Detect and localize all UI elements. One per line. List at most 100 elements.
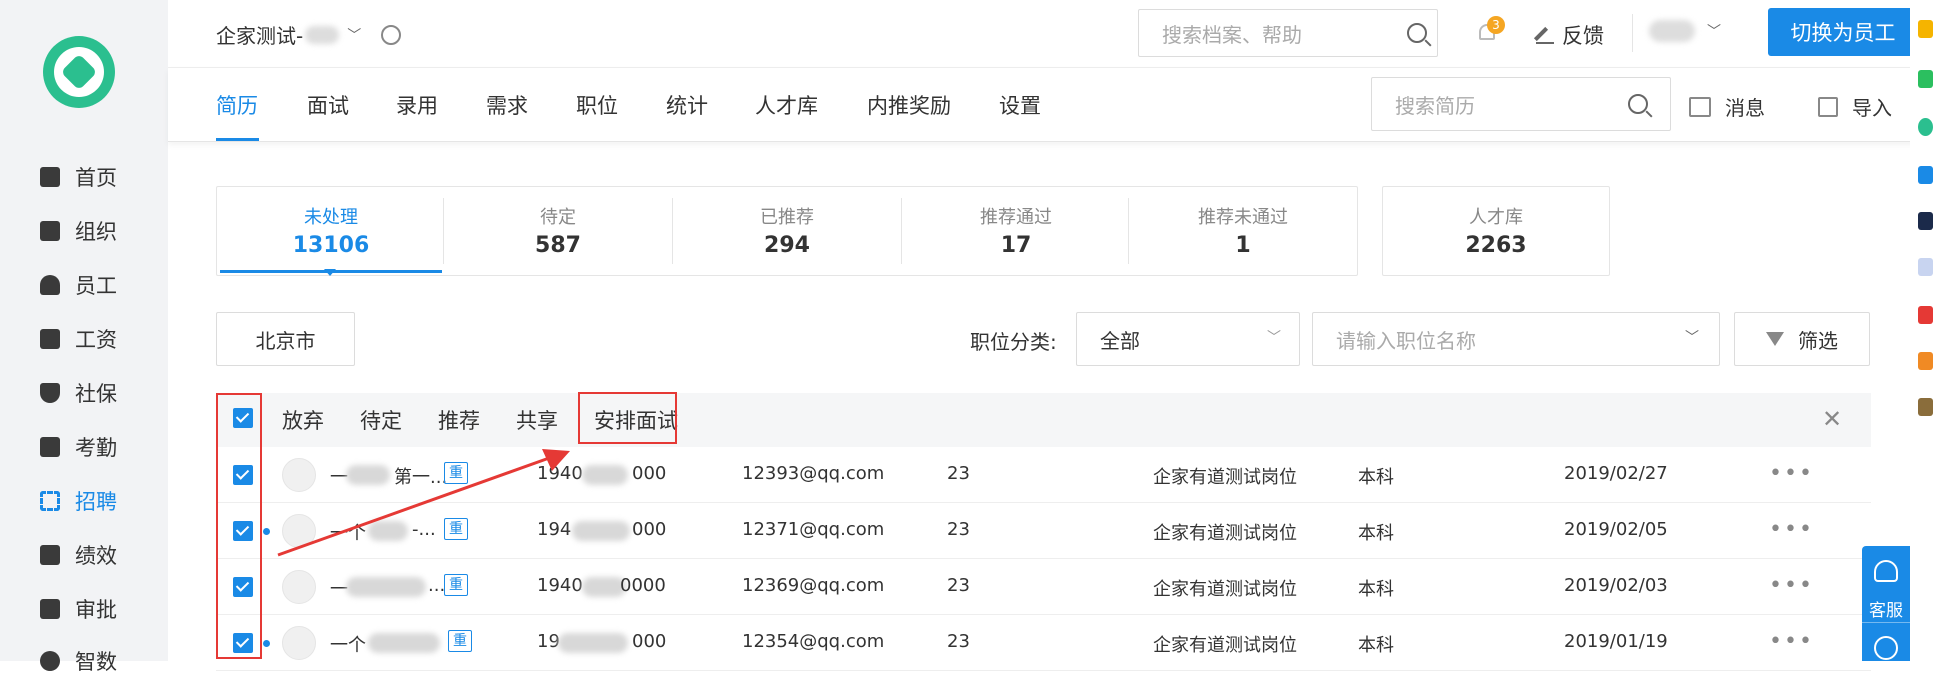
tab-settings[interactable]: 设置 bbox=[999, 90, 1041, 120]
priority-tag: 重 bbox=[448, 630, 472, 652]
sidebar-item-recruit[interactable]: 招聘 bbox=[40, 486, 117, 516]
company-name: 企家测试- bbox=[216, 24, 304, 48]
customer-service-widget[interactable]: 客服 bbox=[1862, 546, 1910, 661]
age: 23 bbox=[947, 631, 970, 652]
switch-to-employee-button[interactable]: 切换为员工 bbox=[1768, 8, 1918, 56]
sidebar: 首页 组织 员工 工资 社保 考勤 招聘 绩效 审批 智数 bbox=[0, 0, 168, 674]
education: 本科 bbox=[1358, 635, 1394, 656]
sidebar-item-salary[interactable]: 工资 bbox=[40, 324, 117, 354]
stat-recommend-failed[interactable]: 推荐未通过 1 bbox=[1129, 188, 1357, 274]
candidate-name-tail: ... bbox=[428, 575, 446, 596]
education: 本科 bbox=[1358, 523, 1394, 544]
city-filter-button[interactable]: 北京市 bbox=[216, 312, 355, 366]
extension-icon[interactable] bbox=[1918, 212, 1933, 230]
sidebar-item-home[interactable]: 首页 bbox=[40, 162, 117, 192]
tab-referral-reward[interactable]: 内推奖励 bbox=[867, 90, 951, 120]
phone-tail: 000 bbox=[632, 463, 667, 484]
avatar bbox=[282, 570, 316, 604]
edit-icon bbox=[1533, 26, 1554, 44]
more-options-icon[interactable]: ••• bbox=[1769, 573, 1814, 598]
stat-talent-pool[interactable]: 人才库 2263 bbox=[1382, 188, 1610, 274]
company-switcher[interactable]: 企家测试- ﹀ bbox=[216, 20, 402, 49]
extension-icon[interactable] bbox=[1918, 118, 1933, 136]
more-options-icon[interactable]: ••• bbox=[1769, 629, 1814, 654]
annotation-schedule-highlight bbox=[578, 392, 677, 444]
category-select[interactable]: 全部 ﹀ bbox=[1076, 312, 1300, 366]
sidebar-item-label: 智数 bbox=[75, 650, 117, 674]
user-menu[interactable]: ﹀ bbox=[1649, 20, 1721, 42]
apply-date: 2019/02/05 bbox=[1564, 519, 1668, 540]
action-pending-button[interactable]: 待定 bbox=[360, 405, 402, 435]
top-bar: 企家测试- ﹀ 搜索档案、帮助 3 反馈 ﹀ 切换为员工 bbox=[168, 0, 1933, 68]
company-logo[interactable] bbox=[43, 36, 115, 108]
phone-tail: 000 bbox=[632, 519, 667, 540]
position-name-input[interactable]: 请输入职位名称 ﹀ bbox=[1312, 312, 1720, 366]
tab-offer[interactable]: 录用 bbox=[396, 90, 438, 120]
sidebar-item-approval[interactable]: 审批 bbox=[40, 594, 117, 624]
priority-tag: 重 bbox=[444, 574, 468, 596]
sidebar-item-org[interactable]: 组织 bbox=[40, 216, 117, 246]
extension-icon[interactable] bbox=[1918, 306, 1933, 324]
sidebar-item-data[interactable]: 智数 bbox=[40, 646, 117, 676]
message-icon bbox=[1689, 96, 1711, 117]
feedback-button[interactable]: 反馈 bbox=[1533, 20, 1604, 50]
sidebar-item-social-security[interactable]: 社保 bbox=[40, 378, 117, 408]
filter-button[interactable]: 筛选 bbox=[1734, 312, 1870, 366]
table-row[interactable]: 一个 重 19 000 12354@qq.com 23 企家有道测试岗位 本科 … bbox=[216, 615, 1871, 671]
extension-icon[interactable] bbox=[1918, 70, 1933, 88]
chevron-down-icon: ﹀ bbox=[1685, 330, 1699, 346]
phone: 1940 bbox=[537, 575, 583, 596]
sidebar-item-label: 考勤 bbox=[75, 436, 117, 460]
search-placeholder: 搜索档案、帮助 bbox=[1162, 22, 1302, 47]
education: 本科 bbox=[1358, 579, 1394, 600]
stat-unprocessed[interactable]: 未处理 13106 bbox=[220, 188, 442, 274]
tab-demand[interactable]: 需求 bbox=[486, 90, 528, 120]
tab-talent-pool[interactable]: 人才库 bbox=[755, 90, 818, 120]
extension-icon[interactable] bbox=[1918, 166, 1933, 184]
category-label: 职位分类: bbox=[970, 330, 1057, 354]
import-icon bbox=[1818, 96, 1838, 117]
sidebar-item-label: 社保 bbox=[75, 382, 117, 406]
settings-icon[interactable] bbox=[381, 24, 402, 45]
avatar bbox=[282, 626, 316, 660]
candidate-name[interactable]: 一个 bbox=[330, 631, 366, 657]
search-icon bbox=[1628, 94, 1648, 114]
compass-icon[interactable] bbox=[1874, 636, 1898, 660]
extension-icon[interactable] bbox=[1918, 258, 1933, 276]
chevron-down-icon: ﹀ bbox=[1707, 24, 1721, 40]
tab-position[interactable]: 职位 bbox=[576, 90, 618, 120]
active-tab-indicator bbox=[216, 138, 259, 141]
import-button[interactable]: 导入 bbox=[1818, 92, 1892, 121]
filter-icon bbox=[1766, 332, 1784, 346]
sidebar-item-employee[interactable]: 员工 bbox=[40, 270, 117, 300]
sidebar-item-label: 组织 bbox=[75, 220, 117, 244]
more-options-icon[interactable]: ••• bbox=[1769, 461, 1814, 486]
tab-resume[interactable]: 简历 bbox=[216, 90, 258, 120]
bell-icon[interactable]: 3 bbox=[1477, 16, 1505, 42]
tab-statistics[interactable]: 统计 bbox=[666, 90, 708, 120]
action-share-button[interactable]: 共享 bbox=[516, 405, 558, 435]
messages-button[interactable]: 消息 bbox=[1689, 92, 1765, 121]
more-options-icon[interactable]: ••• bbox=[1769, 517, 1814, 542]
global-search-input[interactable]: 搜索档案、帮助 bbox=[1138, 9, 1438, 57]
extension-icon[interactable] bbox=[1918, 398, 1933, 416]
search-icon bbox=[1407, 23, 1427, 43]
tab-interview[interactable]: 面试 bbox=[307, 90, 349, 120]
table-row[interactable]: 一 ... 重 1940 0000 12369@qq.com 23 企家有道测试… bbox=[216, 559, 1871, 615]
sidebar-item-label: 审批 bbox=[75, 598, 117, 622]
stat-recommended[interactable]: 已推荐 294 bbox=[673, 188, 901, 274]
position: 企家有道测试岗位 bbox=[1153, 467, 1297, 488]
headset-icon bbox=[1874, 560, 1898, 582]
extension-icon[interactable] bbox=[1918, 20, 1933, 38]
extension-strip bbox=[1910, 0, 1933, 661]
sidebar-item-performance[interactable]: 绩效 bbox=[40, 540, 117, 570]
action-recommend-button[interactable]: 推荐 bbox=[438, 405, 480, 435]
stat-recommend-passed[interactable]: 推荐通过 17 bbox=[902, 188, 1130, 274]
close-icon[interactable]: ✕ bbox=[1822, 405, 1842, 433]
sidebar-item-attendance[interactable]: 考勤 bbox=[40, 432, 117, 462]
resume-search-input[interactable]: 搜索简历 bbox=[1371, 77, 1671, 131]
extension-icon[interactable] bbox=[1918, 352, 1933, 370]
action-abandon-button[interactable]: 放弃 bbox=[282, 405, 324, 435]
phone: 19 bbox=[537, 631, 560, 652]
stat-pending[interactable]: 待定 587 bbox=[444, 188, 672, 274]
